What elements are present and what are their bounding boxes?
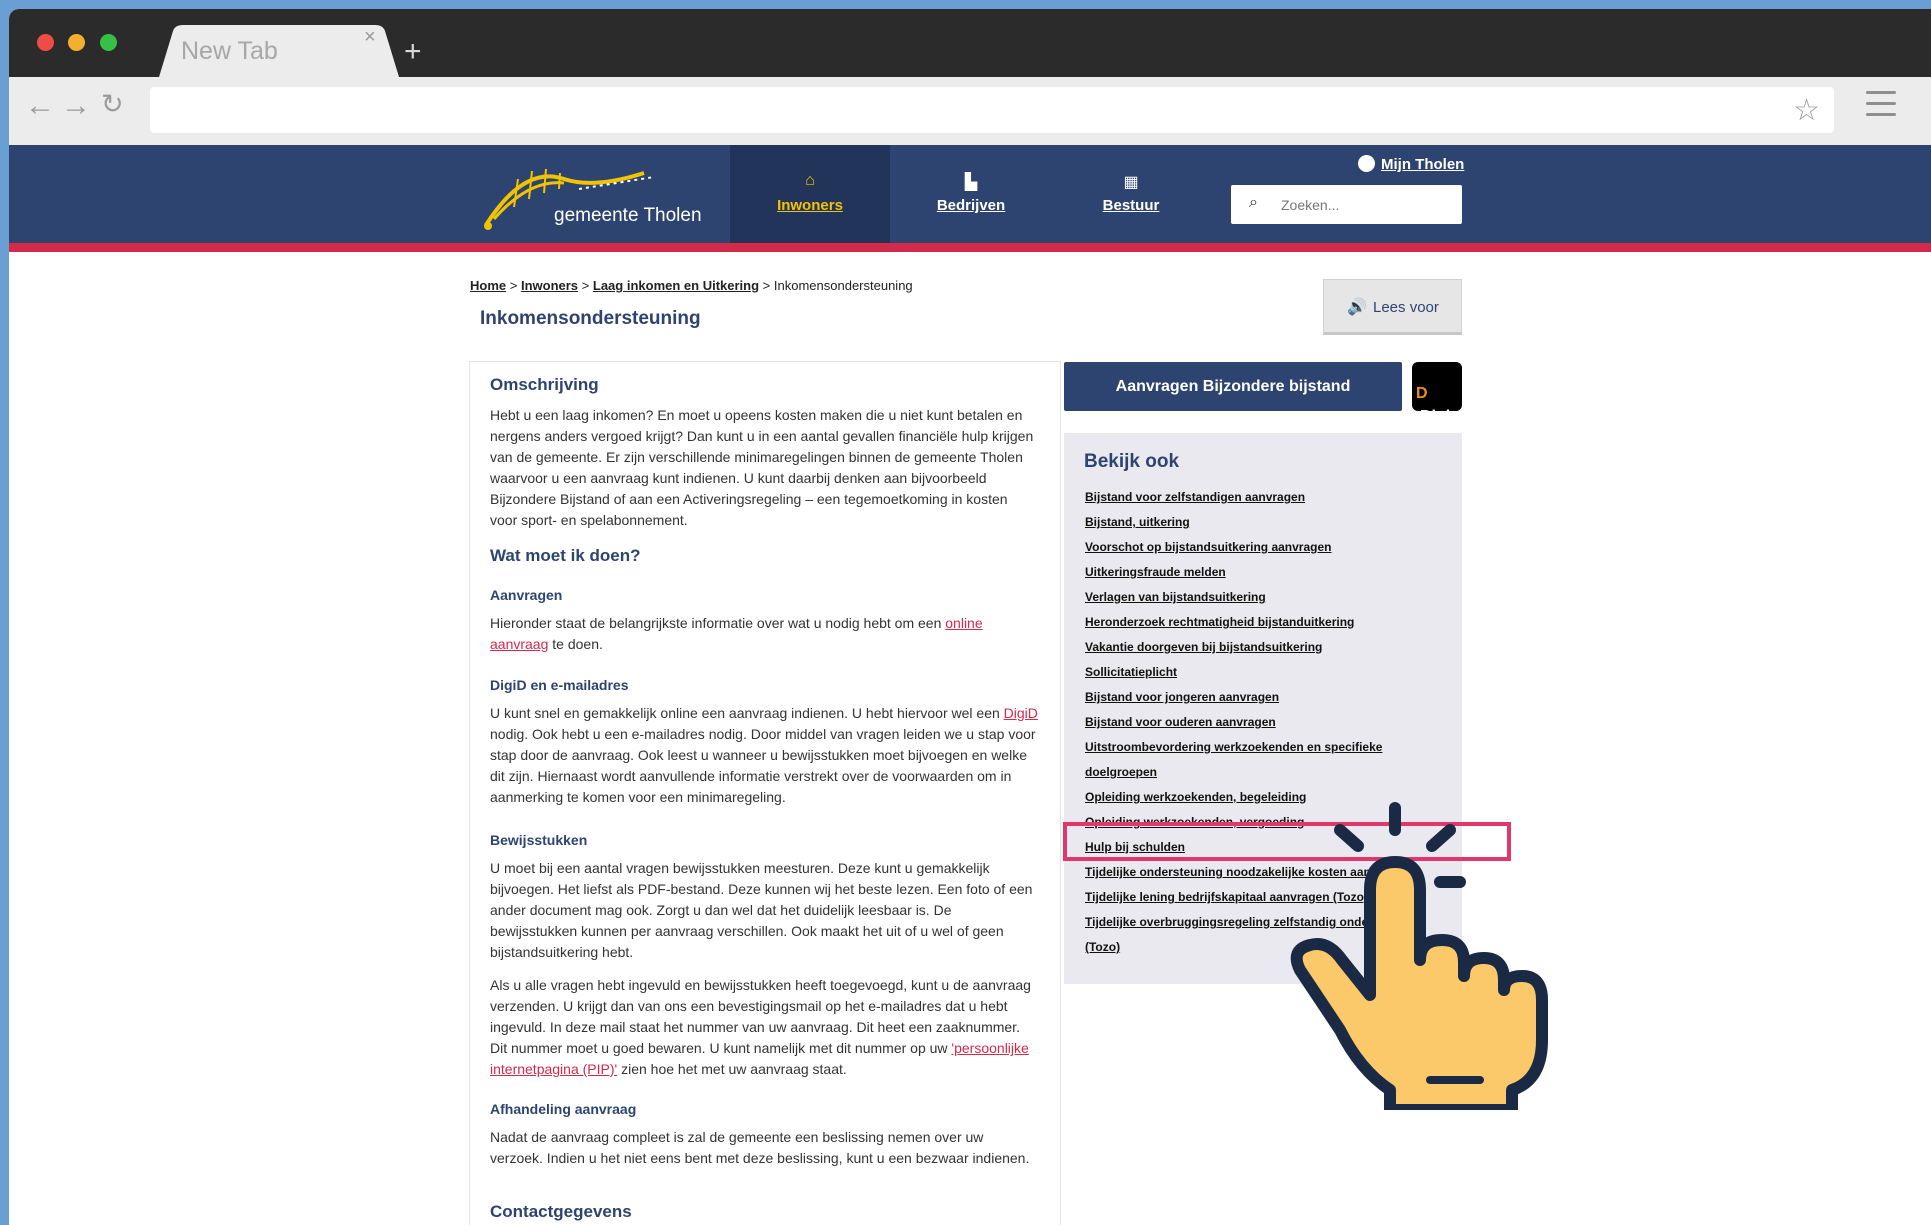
digid-logo: Digi D [1412, 362, 1462, 425]
lees-voor-label: Lees voor [1373, 299, 1439, 316]
tab-title: New Tab [181, 37, 278, 65]
aanvragen-text: Hieronder staat de belangrijkste informa… [490, 613, 1038, 655]
breadcrumb-separator: > [762, 278, 771, 293]
related-link[interactable]: Uitkeringsfraude melden [1085, 560, 1455, 585]
address-bar[interactable]: ☆ [150, 87, 1834, 133]
breadcrumb: Home > Inwoners > Laag inkomen en Uitker… [470, 278, 913, 293]
digid-heading: DigiD en e-mailadres [490, 677, 629, 693]
building-icon: ▦ [1123, 174, 1139, 191]
breadcrumb-inwoners[interactable]: Inwoners [521, 278, 578, 293]
home-icon: ⌂ [805, 172, 815, 189]
afhandeling-heading: Afhandeling aanvraag [490, 1101, 637, 1117]
minimize-window-button[interactable] [68, 34, 85, 51]
related-link[interactable]: Bijstand, uitkering [1085, 510, 1455, 535]
aanvragen-bijzondere-bijstand-button[interactable]: Aanvragen Bijzondere bijstand [1064, 362, 1402, 411]
related-link[interactable]: Heronderzoek rechtmatigheid bijstanduitk… [1085, 610, 1455, 635]
search-icon: ⌕ [1249, 194, 1258, 211]
omschrijving-heading: Omschrijving [490, 375, 599, 394]
digid-text-part: nodig. Ook hebt u een e-mailadres nodig.… [490, 726, 1036, 805]
logo-text: gemeente Tholen [554, 205, 702, 226]
main-content: Omschrijving Hebt u een laag inkomen? En… [469, 361, 1061, 1225]
aanvragen-text-part: Hieronder staat de belangrijkste informa… [490, 615, 946, 631]
lees-voor-button[interactable]: 🔊 Lees voor [1323, 279, 1462, 335]
wat-moet-ik-doen-heading: Wat moet ik doen? [490, 546, 641, 565]
aanvragen-text-part: te doen. [548, 636, 603, 652]
verzenden-text-part: zien hoe het met uw aanvraag staat. [617, 1061, 847, 1077]
nav-bestuur[interactable]: ▦ Bestuur [1051, 145, 1211, 243]
related-link[interactable]: Bijstand voor ouderen aanvragen [1085, 710, 1455, 735]
search-placeholder: Zoeken... [1281, 197, 1340, 213]
related-link[interactable]: Bijstand voor jongeren aanvragen [1085, 685, 1455, 710]
browser-menu-icon[interactable] [1866, 91, 1896, 124]
mijn-tholen-label: Mijn Tholen [1381, 156, 1465, 173]
related-link[interactable]: Voorschot op bijstandsuitkering aanvrage… [1085, 535, 1455, 560]
bewijsstukken-text: U moet bij een aantal vragen bewijsstukk… [490, 860, 1033, 960]
title-bar: New Tab × + [9, 9, 1931, 77]
back-icon[interactable]: ← [25, 91, 55, 121]
forward-icon[interactable]: → [61, 91, 91, 121]
page-title: Inkomensondersteuning [480, 308, 701, 329]
afhandeling-text: Nadat de aanvraag compleet is zal de gem… [490, 1129, 1030, 1166]
pointing-hand-icon [1290, 802, 1548, 1110]
mijn-tholen-link[interactable]: Mijn Tholen [1358, 155, 1464, 173]
related-link[interactable]: Vakantie doorgeven bij bijstandsuitkerin… [1085, 635, 1455, 660]
digid-logo-accent: D [1416, 385, 1428, 402]
nav-inwoners-label: Inwoners [777, 197, 843, 214]
breadcrumb-laag-inkomen[interactable]: Laag inkomen en Uitkering [593, 278, 759, 293]
digid-logo-text: Digi [1420, 408, 1451, 425]
tab-close-icon[interactable]: × [364, 26, 376, 49]
verzenden-text-part: Als u alle vragen hebt ingevuld en bewij… [490, 977, 1031, 1056]
nav-bestuur-label: Bestuur [1102, 197, 1160, 214]
site-header: gemeente Tholen ⌂ Inwoners ▙ Bedrijven ▦… [9, 145, 1931, 243]
header-accent-strip [9, 243, 1931, 252]
reload-icon[interactable]: ↻ [101, 91, 124, 118]
nav-bedrijven[interactable]: ▙ Bedrijven [891, 145, 1051, 243]
breadcrumb-separator: > [581, 278, 590, 293]
factory-icon: ▙ [964, 174, 978, 191]
speaker-icon: 🔊 [1347, 299, 1367, 316]
omschrijving-text: Hebt u een laag inkomen? En moet u opeen… [490, 407, 1034, 528]
browser-toolbar: ← → ↻ ☆ [9, 77, 1931, 145]
related-link[interactable]: Bijstand voor zelfstandigen aanvragen [1085, 485, 1455, 510]
digid-text-part: U kunt snel en gemakkelijk online een aa… [490, 705, 1004, 721]
maximize-window-button[interactable] [100, 34, 117, 51]
related-link[interactable]: Uitstroombevordering werkzoekenden en sp… [1085, 735, 1455, 760]
digid-link[interactable]: DigiD [1004, 705, 1038, 721]
aanvragen-heading: Aanvragen [490, 587, 563, 603]
related-link[interactable]: Sollicitatieplicht [1085, 660, 1455, 685]
new-tab-button[interactable]: + [404, 37, 422, 67]
breadcrumb-home[interactable]: Home [470, 278, 506, 293]
bewijsstukken-heading: Bewijsstukken [490, 832, 588, 848]
breadcrumb-separator: > [509, 278, 518, 293]
search-input[interactable]: ⌕ Zoeken... [1231, 185, 1462, 224]
user-icon [1358, 155, 1375, 172]
bookmark-star-icon[interactable]: ☆ [1793, 93, 1820, 128]
related-link[interactable]: Verlagen van bijstandsuitkering [1085, 585, 1455, 610]
breadcrumb-current: Inkomensondersteuning [773, 278, 913, 293]
nav-bedrijven-label: Bedrijven [936, 197, 1006, 214]
nav-inwoners[interactable]: ⌂ Inwoners [730, 145, 890, 243]
browser-window: New Tab × + ← → ↻ ☆ gemeente Tholen ⌂ In… [9, 9, 1931, 1225]
contactgegevens-heading: Contactgegevens [490, 1202, 632, 1221]
digid-text: U kunt snel en gemakkelijk online een aa… [490, 703, 1038, 808]
verzenden-text: Als u alle vragen hebt ingevuld en bewij… [490, 975, 1038, 1080]
close-window-button[interactable] [37, 34, 54, 51]
related-link[interactable]: doelgroepen [1085, 760, 1455, 785]
bekijk-ook-heading: Bekijk ook [1084, 451, 1180, 472]
